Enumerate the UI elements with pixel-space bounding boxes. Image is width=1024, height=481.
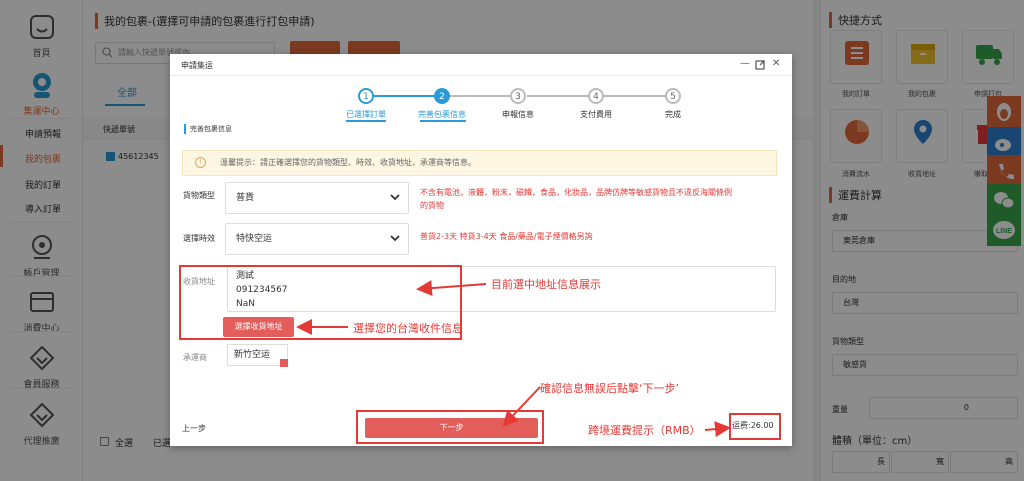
annotation-choose-address: 選擇您的台灣收件信息 — [353, 322, 463, 335]
arrow-next-step — [502, 386, 541, 427]
annotation-arrows — [296, 280, 731, 438]
arrow-freight — [704, 421, 731, 438]
annotation-freight-tip: 跨境運費提示（RMB） — [588, 424, 701, 437]
annotation-confirm-next: 確認信息無誤后點擊‘下一步’ — [540, 382, 679, 395]
annotation-current-address: 目前選中地址信息展示 — [491, 278, 601, 291]
arrow-current-address — [416, 280, 487, 297]
